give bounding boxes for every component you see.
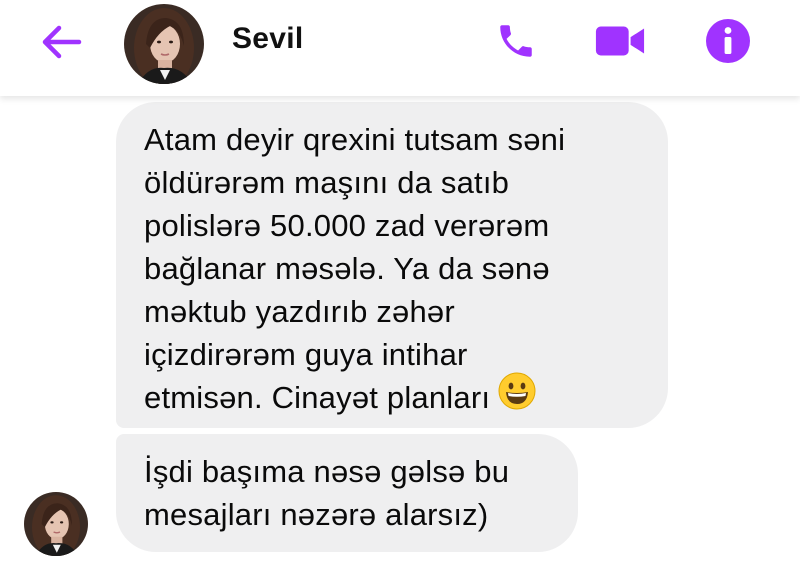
call-button[interactable] — [490, 18, 542, 64]
video-camera-icon — [595, 26, 645, 56]
arrow-left-icon — [42, 25, 82, 59]
info-button[interactable] — [702, 18, 754, 64]
message-line: polislərə 50.000 zad verərəm — [144, 208, 550, 243]
contact-name[interactable]: Sevil — [232, 22, 304, 56]
sender-avatar[interactable] — [24, 492, 88, 556]
message-line: bağlanar məsələ. Ya da sənə — [144, 251, 550, 286]
message-line: öldürərəm maşını da satıb — [144, 165, 510, 200]
avatar-image — [124, 4, 204, 84]
message-line: məktub yazdırıb zəhər — [144, 294, 455, 329]
chat-header: Sevil — [0, 0, 800, 96]
message-line: mesajları nəzərə alarsız) — [144, 497, 489, 532]
contact-avatar[interactable] — [124, 4, 204, 84]
phone-icon — [500, 25, 532, 57]
message-thread[interactable]: Atam deyir qrexini tutsam səni öldürərəm… — [0, 96, 800, 565]
grinning-face-emoji — [498, 372, 536, 421]
message-last-line: etmisən. Cinayət planları — [144, 372, 668, 421]
message-line: içizdirərəm guya intihar — [144, 337, 468, 372]
message-line: Atam deyir qrexini tutsam səni — [144, 122, 566, 157]
info-icon — [706, 19, 750, 63]
message-line: İşdi başıma nəsə gəlsə bu — [144, 454, 510, 489]
message-bubble[interactable]: Atam deyir qrexini tutsam səni öldürərəm… — [116, 102, 668, 428]
video-call-button[interactable] — [594, 18, 646, 64]
message-bubble[interactable]: İşdi başıma nəsə gəlsə bu mesajları nəzə… — [116, 434, 578, 552]
avatar-image — [24, 492, 88, 556]
message-line: etmisən. Cinayət planları — [144, 380, 491, 415]
back-button[interactable] — [36, 20, 86, 64]
